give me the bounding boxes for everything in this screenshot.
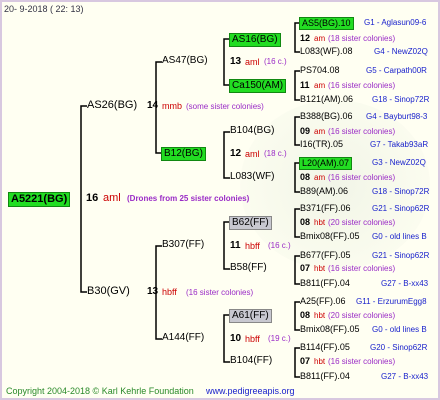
g2-2-type: aml [245,149,260,159]
g4-15-line: G20 - Sinop62R [370,343,428,352]
g4-12[interactable]: B811(FF).04 [300,279,350,288]
root-gen: 16 [86,192,99,204]
g3-3-type: am [314,127,326,136]
g3-1-type: am [314,34,326,43]
g3-6-type: hbt [314,264,326,273]
g2-2-gen: 12 [230,148,242,159]
g1-top[interactable]: AS26(BG) [87,100,137,111]
g4-16[interactable]: B811(FF).04 [300,372,350,381]
root-queen[interactable]: A5221(BG) [8,192,71,207]
g4-10[interactable]: Bmix08(FF).05 [300,232,360,241]
g3-3-gen: 09 [300,126,311,136]
g2-1[interactable]: AS47(BG) [162,56,208,66]
g3-6-gen: 07 [300,263,311,273]
g3-6[interactable]: B58(FF) [230,263,267,273]
g4-4-line: G18 - Sinop72R [372,95,430,104]
g3-8[interactable]: B104(FF) [230,356,272,366]
g4-14-line: G0 - old lines B [372,325,427,334]
g2-4-type: hbff [245,334,260,344]
g3-8-gen: 07 [300,356,311,366]
g2-2[interactable]: B12(BG) [161,147,206,161]
g4-9[interactable]: B371(FF).06 [300,204,351,213]
g3-3[interactable]: B104(BG) [230,126,274,136]
g3-6-note: (16 sister colonies) [328,264,396,273]
footer-site-link[interactable]: www.pedigreeapis.org [206,386,295,396]
g3-2-gen: 11 [300,80,310,90]
g1-top-gen: 14 [147,100,159,111]
g4-6[interactable]: I16(TR).05 [300,140,343,149]
g3-7-gen: 08 [300,310,311,320]
g2-3[interactable]: B307(FF) [162,240,204,250]
g3-7[interactable]: A61(FF) [229,309,272,323]
g4-11[interactable]: B677(FF).05 [300,251,351,260]
g3-1-note: (18 sister colonies) [328,34,396,43]
g1-top-note: (some sister colonies) [186,102,264,111]
g4-13[interactable]: A25(FF).06 [300,297,346,306]
g4-12-line: G27 - B-xx43 [381,279,429,288]
g3-5[interactable]: B62(FF) [229,216,272,230]
g2-2-note: (18 c.) [264,149,287,158]
g3-7-type: hbt [314,311,326,320]
g4-13-line: G11 - ErzurumEgg8 [356,297,427,306]
g3-2-note: (16 sister colonies) [328,81,396,90]
g3-5-note: (20 sister colonies) [328,218,396,227]
g4-10-line: G0 - old lines B [372,232,427,241]
g4-16-line: G27 - B-xx43 [381,372,429,381]
g4-6-line: G7 - Takab93aR [370,140,429,149]
g2-4-gen: 10 [230,333,242,344]
header-date: 20- 9-2018 ( 22: 13) [4,4,84,14]
g3-7-note: (20 sister colonies) [328,311,396,320]
g1-bottom[interactable]: B30(GV) [87,286,130,297]
g1-bottom-type: hbff [162,287,177,297]
g4-15[interactable]: B114(FF).05 [300,343,350,352]
g4-2[interactable]: L083(WF).08 [300,47,353,56]
g4-1-line: G1 - Aglasun09-6 [364,18,427,27]
g3-3-note: (16 sister colonies) [328,127,396,136]
g2-3-note: (16 c.) [268,241,291,250]
g3-4-type: am [314,173,326,182]
g4-11-line: G21 - Sinop62R [372,251,430,260]
root-type: aml [103,192,121,204]
g3-8-type: hbt [314,357,326,366]
g4-7-line: G3 - NewZ02Q [372,158,426,167]
g3-4[interactable]: L083(WF) [230,172,274,182]
g4-2-line: G4 - NewZ02Q [374,47,428,56]
g1-top-type: mmb [162,101,182,111]
g3-8-note: (16 sister colonies) [328,357,396,366]
g2-1-gen: 13 [230,56,242,67]
g3-1[interactable]: AS16(BG) [229,33,281,47]
g4-5-line: G4 - Bayburt98-3 [366,112,428,121]
g2-4[interactable]: A144(FF) [162,333,204,343]
g3-5-type: hbt [314,218,326,227]
root-note: (Drones from 25 sister colonies) [127,194,250,203]
g4-3[interactable]: PS704.08 [300,66,340,75]
g4-5[interactable]: B388(BG).06 [300,112,353,121]
g1-bottom-gen: 13 [147,286,159,297]
g3-1-gen: 12 [300,33,311,43]
footer-copyright: Copyright 2004-2018 © Karl Kehrle Founda… [6,386,194,396]
g3-4-gen: 08 [300,172,311,182]
g3-2-type: am [314,81,326,90]
g4-14[interactable]: Bmix08(FF).05 [300,325,360,334]
g4-8[interactable]: B89(AM).06 [300,187,348,196]
g4-4[interactable]: B121(AM).06 [300,95,353,104]
g2-1-note: (16 c.) [264,57,287,66]
g4-7[interactable]: L20(AM).07 [299,157,353,170]
g4-9-line: G21 - Sinop62R [372,204,430,213]
g3-5-gen: 08 [300,217,311,227]
g4-3-line: G5 - Carpath00R [366,66,427,75]
g2-1-type: aml [245,57,260,67]
g4-1[interactable]: AS5(BG).10 [299,17,354,30]
g2-3-gen: 11 [230,240,241,251]
g2-3-type: hbff [245,241,260,251]
g2-4-note: (19 c.) [268,334,291,343]
g4-8-line: G18 - Sinop72R [372,187,430,196]
g1-bottom-note: (16 sister colonies) [186,288,254,297]
g3-2[interactable]: Ca150(AM) [229,79,287,93]
g3-4-note: (16 sister colonies) [328,173,396,182]
